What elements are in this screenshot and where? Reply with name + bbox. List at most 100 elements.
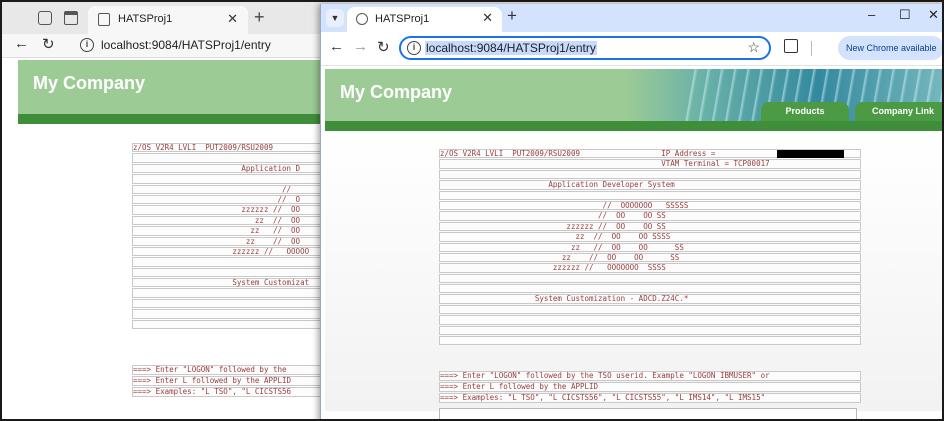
back-field-line-text: ===> Examples: "L TSO", "L CICSTS56 (133, 387, 292, 396)
front-screen-line-row (439, 315, 861, 325)
nav-tab-products[interactable]: Products (761, 102, 849, 121)
back-screen-line-row: // O (132, 194, 332, 205)
front-terminal-screen: z/OS V2R4 LVLI PUT2009/RSU2009 IP Addres… (439, 149, 861, 346)
front-screen-line-row: System Customization - ADCD.Z24C.* (439, 294, 861, 304)
front-screen-line-text: zz // OO OO SSSS (440, 232, 671, 242)
close-icon[interactable]: ✕ (227, 11, 238, 27)
front-screen-line-text: System Customization - ADCD.Z24C.* (440, 294, 689, 304)
front-screen-line-row (439, 273, 861, 284)
back-screen-line-row: Application D (132, 163, 332, 174)
new-chrome-available-button[interactable]: New Chrome available (838, 36, 942, 60)
back-company-banner: My Company (18, 60, 328, 114)
bookmark-star-icon[interactable]: ☆ (747, 39, 760, 56)
front-field-line-row[interactable]: ===> Enter L followed by the APPLID (439, 382, 861, 392)
maximize-icon[interactable]: ☐ (899, 7, 911, 23)
back-url-text[interactable]: localhost:9084/HATSProj1/entry (101, 38, 271, 52)
back-screen-line-text: zzzzzz // OO (133, 205, 301, 215)
front-field-line-row[interactable]: ===> Enter "LOGON" followed by the TSO u… (439, 371, 861, 381)
site-info-icon[interactable]: i (407, 41, 421, 55)
front-field-line-row[interactable]: ===> Examples: "L TSO", "L CICSTS56", "L… (439, 393, 861, 403)
back-screen-line-row: zz // OO (132, 236, 332, 246)
back-screen-line-row (132, 309, 332, 319)
front-screen-line-row: Application Developer System (439, 180, 861, 190)
back-screen-line-row (132, 153, 332, 163)
front-screen-line-row: z/OS V2R4 LVLI PUT2009/RSU2009 IP Addres… (439, 149, 861, 159)
back-screen-line-row: zzzzzz // OO (132, 205, 332, 215)
front-screen-line-text: zzzzzz // OOOOOOO SSSS (440, 263, 666, 273)
back-screen-line-text: // O (133, 194, 301, 204)
front-company-name: My Company (340, 82, 453, 102)
front-company-banner: My Company (325, 69, 942, 121)
back-screen-line-row: zzzzzz // OOOOO (132, 246, 332, 257)
front-field-line-text: ===> Examples: "L TSO", "L CICSTS56", "L… (440, 393, 766, 402)
front-screen-line-text: z/OS V2R4 LVLI PUT2009/RSU2009 IP Addres… (440, 149, 720, 158)
front-url-text[interactable]: localhost:9084/HATSProj1/entry (425, 41, 597, 55)
front-toolbar: ← → ↻ i localhost:9084/HATSProj1/entry ☆… (321, 32, 942, 66)
back-field-line-row[interactable]: ===> Examples: "L TSO", "L CICSTS56 (132, 387, 332, 397)
back-company-name: My Company (33, 73, 146, 93)
toolbar-divider (811, 41, 812, 56)
back-screen-line-row (132, 267, 332, 278)
workspaces-icon[interactable] (38, 11, 52, 25)
front-screen-line-row: // OO OO SS (439, 211, 861, 221)
screenshot-frame: HATSProj1 ✕ + ← ↻ i localhost:9084/HATSP… (0, 0, 944, 421)
back-screen-line-row: zz // OO (132, 226, 332, 236)
back-field-line-row[interactable]: ===> Enter L followed by the APPLID (132, 376, 332, 386)
globe-icon (356, 13, 368, 25)
back-tab-hatsproj1[interactable]: HATSProj1 ✕ (88, 6, 248, 34)
back-arrow-icon[interactable]: ← (14, 35, 29, 52)
reload-icon[interactable]: ↻ (42, 35, 55, 53)
front-screen-line-text: // OO OO SS (440, 211, 666, 221)
front-screen-line-text: zz // OO OO SS (440, 242, 684, 252)
back-screen-line-row (132, 288, 332, 298)
back-screen-line-row (132, 319, 332, 330)
foreground-browser-window: ▼ HATSProj1 ✕ + – ☐ ✕ ← → ↻ i localhost:… (320, 4, 942, 419)
window-close-icon[interactable]: ✕ (928, 7, 939, 23)
front-screen-line-row (439, 190, 861, 200)
back-field-line-text: ===> Enter L followed by the APPLID (133, 376, 292, 385)
front-screen-line-text: Application Developer System (440, 180, 675, 190)
front-screen-line-row (439, 304, 861, 315)
front-screen-line-text: VTAM Terminal = TCP00017 (440, 159, 770, 169)
close-icon[interactable]: ✕ (482, 10, 493, 26)
tab-actions-icon[interactable] (64, 11, 78, 25)
back-screen-line-row (132, 174, 332, 184)
back-screen-line-text: Application D (133, 163, 301, 173)
front-screen-line-row (439, 284, 861, 294)
front-screen-line-row (439, 325, 861, 336)
front-screen-line-text: // OOOOOOO SSSSS (440, 200, 689, 210)
back-screen-line-row: z/OS V2R4 LVLI PUT2009/RSU2009 (132, 143, 332, 153)
front-tab-title: HATSProj1 (375, 13, 430, 25)
reload-icon[interactable]: ↻ (377, 38, 390, 56)
back-arrow-icon[interactable]: ← (329, 38, 344, 55)
back-screen-line-text: z/OS V2R4 LVLI PUT2009/RSU2009 (133, 143, 273, 152)
command-input[interactable] (439, 408, 857, 419)
new-tab-button[interactable]: + (507, 6, 517, 26)
back-field-line-text: ===> Enter "LOGON" followed by the (133, 365, 287, 374)
minimize-icon[interactable]: – (868, 7, 875, 22)
back-screen-line-text: zzzzzz // OOOOO (133, 246, 310, 256)
site-info-icon[interactable]: i (80, 38, 94, 52)
back-screen-line-row: System Customizat (132, 278, 332, 288)
forward-arrow-icon[interactable]: → (353, 38, 368, 55)
front-banner-divider (325, 121, 942, 131)
back-terminal-screen: z/OS V2R4 LVLI PUT2009/RSU2009 Applicati… (132, 143, 332, 330)
new-tab-button[interactable]: + (254, 7, 265, 28)
front-field-line-text: ===> Enter L followed by the APPLID (440, 382, 599, 391)
front-field-line-text: ===> Enter "LOGON" followed by the TSO u… (440, 371, 770, 380)
front-screen-line-text: zzzzzz // OO OO SS (440, 221, 666, 231)
front-tab-hatsproj1[interactable]: HATSProj1 ✕ (347, 7, 502, 32)
back-tab-title: HATSProj1 (118, 13, 173, 25)
page-icon (98, 13, 110, 26)
back-field-line-row[interactable]: ===> Enter "LOGON" followed by the (132, 365, 332, 375)
omnibox[interactable]: i localhost:9084/HATSProj1/entry ☆ (399, 36, 771, 60)
nav-tab-company-link[interactable]: Company Link (855, 102, 942, 121)
front-screen-line-row: // OOOOOOO SSSSS (439, 200, 861, 211)
tab-search-chevron-icon[interactable]: ▼ (326, 9, 344, 27)
front-screen-line-row (439, 336, 861, 346)
back-screen-line-text: zz // OO (133, 215, 301, 225)
front-tab-strip: ▼ HATSProj1 ✕ + – ☐ ✕ (321, 4, 942, 32)
back-screen-line-row (132, 298, 332, 309)
back-banner-divider (18, 114, 328, 124)
extensions-icon[interactable] (784, 39, 798, 53)
